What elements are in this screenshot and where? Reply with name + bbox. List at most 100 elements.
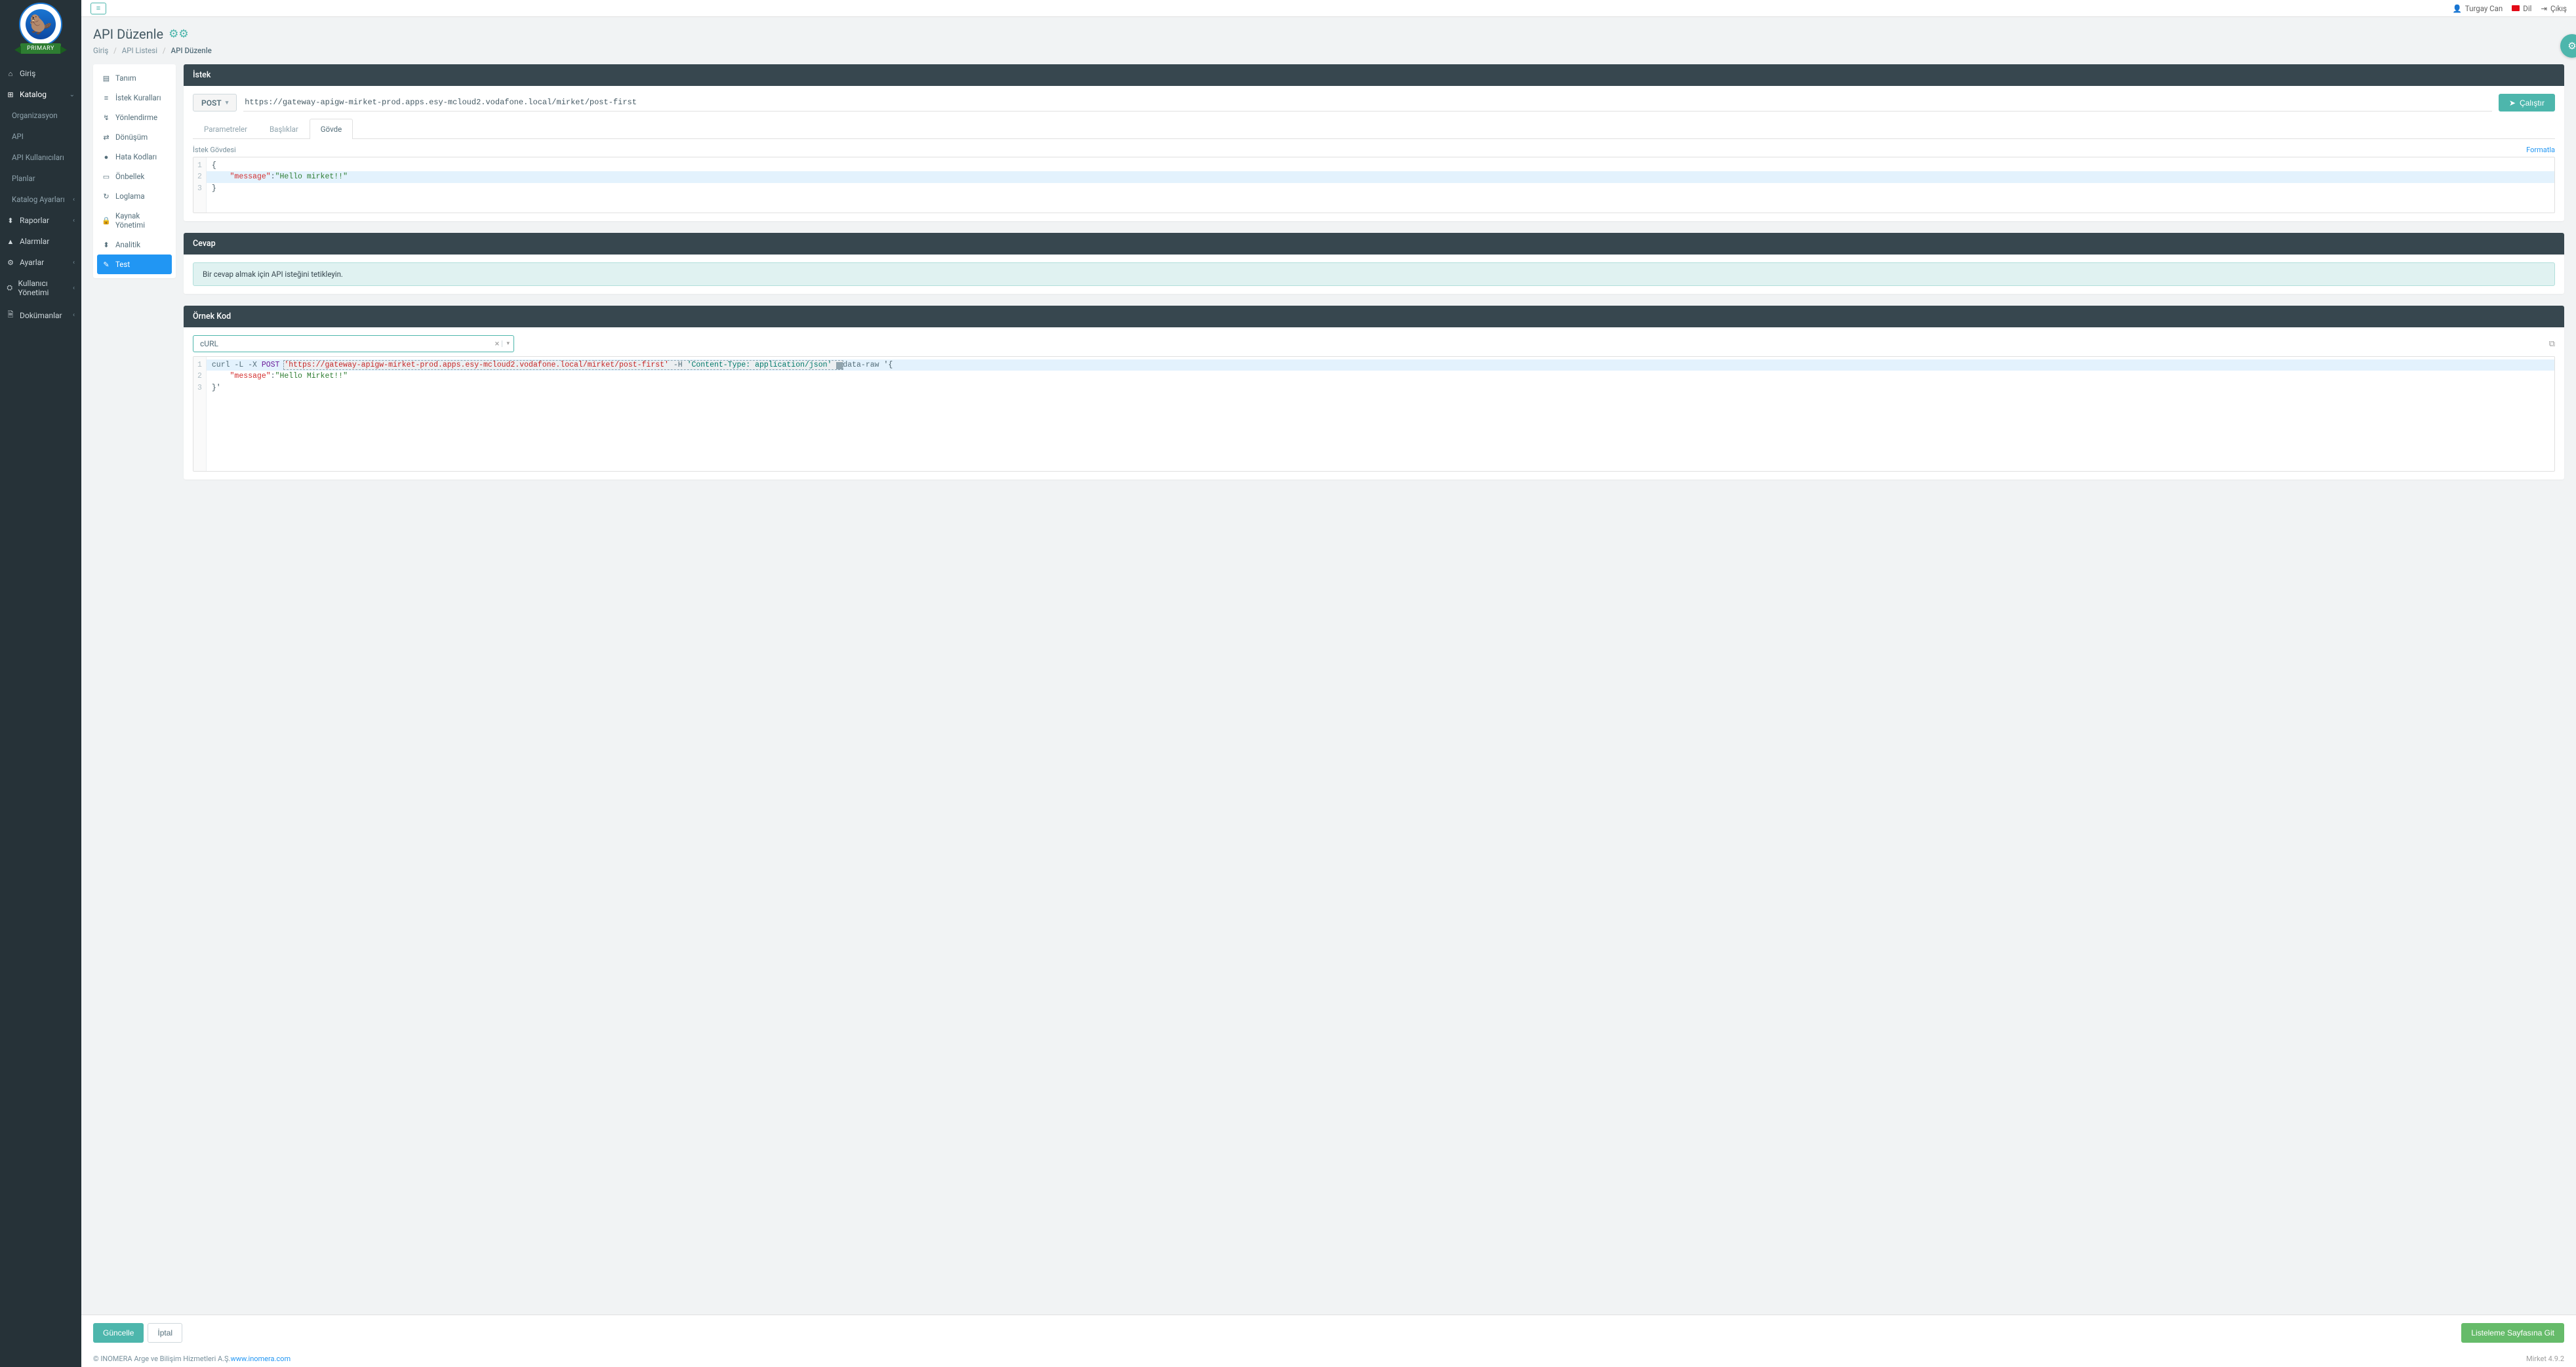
sidebar-toggle-button[interactable]: ≡ bbox=[91, 3, 106, 14]
logout-label: Çıkış bbox=[2550, 4, 2567, 13]
request-panel-header: İstek bbox=[184, 64, 2564, 86]
nav-label: Organizasyon bbox=[12, 111, 58, 120]
goto-list-button[interactable]: Listeleme Sayfasına Git bbox=[2461, 1323, 2564, 1343]
chevron-right-icon: ‹ bbox=[73, 285, 75, 292]
text-cursor bbox=[836, 362, 843, 369]
user-menu[interactable]: 👤Turgay Can bbox=[2452, 4, 2503, 13]
logo-circle: 🦫 bbox=[19, 3, 62, 46]
tab-error-codes[interactable]: ●Hata Kodları bbox=[97, 147, 172, 167]
tab-headers[interactable]: Başlıklar bbox=[258, 119, 310, 139]
left-sidebar: 🦫 PRIMARY ⌂Giriş ⊞Katalog⌄ Organizasyon … bbox=[0, 0, 81, 1367]
tab-definition[interactable]: ▤Tanım bbox=[97, 68, 172, 88]
request-tabs: Parametreler Başlıklar Gövde bbox=[193, 118, 2555, 139]
nav-catalog-settings[interactable]: Katalog Ayarları‹ bbox=[0, 189, 81, 210]
chevron-down-icon: ⌄ bbox=[70, 91, 75, 98]
gear-icon: ⚙ bbox=[7, 258, 14, 267]
alert-icon: ▲ bbox=[7, 237, 14, 246]
page-title-text: API Düzenle bbox=[93, 26, 163, 42]
nav-label: API bbox=[12, 132, 24, 141]
nav-catalog[interactable]: ⊞Katalog⌄ bbox=[0, 84, 81, 105]
tab-label: Test bbox=[115, 260, 130, 269]
request-url-input[interactable] bbox=[243, 94, 2492, 112]
tab-label: Hata Kodları bbox=[115, 152, 157, 161]
language-menu[interactable]: Dil bbox=[2512, 4, 2531, 13]
brand-logo: 🦫 PRIMARY bbox=[0, 0, 81, 54]
tab-label: Dönüşüm bbox=[115, 133, 148, 142]
run-label: Çalıştır bbox=[2520, 98, 2545, 108]
chevron-right-icon: ‹ bbox=[73, 217, 75, 224]
swap-icon: ⇄ bbox=[102, 133, 110, 142]
logout-button[interactable]: ⇥Çıkış bbox=[2541, 4, 2567, 13]
send-icon: ➤ bbox=[2509, 98, 2516, 108]
nav-label: Dokümanlar bbox=[20, 311, 62, 320]
nav-user-mgmt[interactable]: ⛭ Kullanıcı Yönetimi ‹ bbox=[0, 273, 81, 303]
grid-icon: ⊞ bbox=[7, 91, 14, 99]
nav-label: Planlar bbox=[12, 174, 35, 183]
http-method-value: POST bbox=[201, 98, 222, 108]
page-title: API Düzenle ⚙⚙ bbox=[93, 26, 2564, 42]
section-tabs: ▤Tanım ≡İstek Kuralları ↯Yönlendirme ⇄ Dö… bbox=[93, 64, 176, 278]
tab-label: Kaynak Yönetimi bbox=[115, 211, 167, 230]
tab-label: Loglama bbox=[115, 192, 145, 201]
tab-params[interactable]: Parametreler bbox=[193, 119, 258, 139]
nav-organization[interactable]: Organizasyon bbox=[0, 105, 81, 126]
run-button[interactable]: ➤ Çalıştır bbox=[2499, 94, 2555, 112]
gears-icon: ⚙⚙ bbox=[169, 28, 188, 41]
nav-label: Katalog Ayarları bbox=[12, 195, 65, 204]
chart-icon: ⬍ bbox=[102, 241, 110, 249]
nav-label: Raporlar bbox=[20, 216, 49, 225]
tab-test[interactable]: ✎ Test bbox=[97, 255, 172, 274]
nav-reports[interactable]: ⬍ Raporlar ‹ bbox=[0, 210, 81, 231]
cancel-button[interactable]: İptal bbox=[148, 1323, 182, 1343]
clear-icon[interactable]: × bbox=[493, 339, 502, 349]
format-button[interactable]: Formatla bbox=[2526, 146, 2555, 154]
content: ▤Tanım ≡İstek Kuralları ↯Yönlendirme ⇄ Dö… bbox=[81, 62, 2576, 1311]
main-area: ≡ 👤Turgay Can Dil ⇥Çıkış API Düzenle ⚙⚙ … bbox=[81, 0, 2576, 1367]
http-method-select[interactable]: POST ▾ bbox=[193, 94, 237, 112]
nav-label: Kullanıcı Yönetimi bbox=[18, 279, 68, 297]
copyright: © INOMERA Arge ve Bilişim Hizmetleri A.Ş… bbox=[93, 1355, 230, 1363]
sample-code-panel: Örnek Kod cURL × ▾ ⧉ 1 bbox=[184, 306, 2564, 479]
nav-label: Alarmlar bbox=[20, 237, 49, 246]
nav-settings[interactable]: ⚙Ayarlar‹ bbox=[0, 252, 81, 273]
update-button[interactable]: Güncelle bbox=[93, 1323, 144, 1343]
chevron-right-icon: ‹ bbox=[73, 312, 75, 319]
topbar-right: 👤Turgay Can Dil ⇥Çıkış bbox=[2452, 4, 2567, 13]
cache-icon: ▭ bbox=[102, 173, 110, 181]
tab-transform[interactable]: ⇄ Dönüşüm bbox=[97, 127, 172, 147]
nav-plans[interactable]: Planlar bbox=[0, 168, 81, 189]
breadcrumb-home[interactable]: Giriş bbox=[93, 46, 108, 55]
body-label: İstek Gövdesi bbox=[193, 146, 236, 154]
code-language-select[interactable]: cURL × ▾ bbox=[193, 335, 514, 352]
topbar: ≡ 👤Turgay Can Dil ⇥Çıkış bbox=[81, 0, 2576, 17]
request-panel: İstek POST ▾ ➤ Çalıştır bbox=[184, 64, 2564, 221]
request-body-editor[interactable]: 123 { "message":"Hello mirket!!"} bbox=[193, 157, 2555, 213]
tab-cache[interactable]: ▭Önbellek bbox=[97, 167, 172, 186]
copy-button[interactable]: ⧉ bbox=[2549, 339, 2555, 349]
breadcrumb-list[interactable]: API Listesi bbox=[122, 46, 157, 55]
footer-link[interactable]: www.inomera.com bbox=[230, 1355, 291, 1363]
nav-home[interactable]: ⌂Giriş bbox=[0, 63, 81, 84]
tab-body[interactable]: Gövde bbox=[310, 119, 353, 139]
nav-docs[interactable]: 🗎Dokümanlar‹ bbox=[0, 303, 81, 327]
footer: © INOMERA Arge ve Bilişim Hizmetleri A.Ş… bbox=[81, 1351, 2576, 1367]
sample-code-editor[interactable]: 123 curl -L -X POST 'https://gateway-api… bbox=[193, 356, 2555, 472]
tab-label: Yönlendirme bbox=[115, 113, 157, 122]
chart-icon: ⬍ bbox=[7, 216, 14, 225]
tab-label: Tanım bbox=[115, 73, 136, 83]
users-icon: ⛭ bbox=[7, 283, 13, 293]
tab-routing[interactable]: ↯Yönlendirme bbox=[97, 108, 172, 127]
nav-label: Ayarlar bbox=[20, 258, 44, 267]
breadcrumb-sep: / bbox=[163, 46, 166, 55]
lock-icon: 🔒 bbox=[102, 216, 110, 225]
tab-resource-mgmt[interactable]: 🔒 Kaynak Yönetimi bbox=[97, 206, 172, 235]
tab-logging[interactable]: ↻Loglama bbox=[97, 186, 172, 206]
tab-request-rules[interactable]: ≡İstek Kuralları bbox=[97, 88, 172, 108]
breadcrumb-sep: / bbox=[113, 46, 117, 55]
nav-alarms[interactable]: ▲ Alarmlar bbox=[0, 231, 81, 252]
tab-analytics[interactable]: ⬍Analitik bbox=[97, 235, 172, 255]
nav-api[interactable]: API bbox=[0, 126, 81, 147]
pencil-icon: ✎ bbox=[102, 260, 110, 269]
nav-api-users[interactable]: API Kullanıcıları bbox=[0, 147, 81, 168]
logo-mascot: 🦫 bbox=[26, 9, 56, 39]
